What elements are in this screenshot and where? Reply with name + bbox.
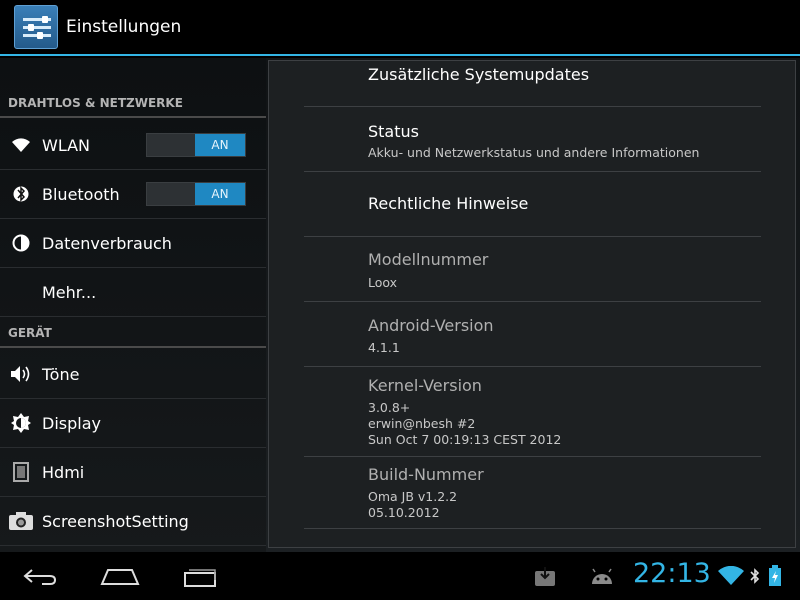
- section-header-wireless: DRAHTLOS & NETZWERKE: [0, 88, 266, 118]
- android-debug-icon[interactable]: [582, 552, 622, 600]
- sidebar-item-label: Display: [42, 413, 101, 433]
- sidebar-item-display[interactable]: Display: [0, 399, 266, 448]
- battery-icon: [763, 552, 787, 600]
- sidebar-item-sound[interactable]: Töne: [0, 350, 266, 399]
- list-item-system-updates[interactable]: Zusätzliche Systemupdates: [304, 61, 761, 107]
- item-line: Sun Oct 7 00:19:13 CEST 2012: [368, 432, 562, 447]
- sidebar-item-label: Mehr...: [42, 282, 97, 302]
- sidebar-item-data-usage[interactable]: Datenverbrauch: [0, 219, 266, 268]
- settings-app-icon[interactable]: [14, 5, 58, 49]
- wlan-toggle[interactable]: AN: [146, 133, 246, 157]
- back-arrow-icon: [23, 569, 57, 585]
- app-title: Einstellungen: [66, 17, 182, 37]
- recent-apps-button[interactable]: [170, 552, 230, 600]
- list-item-build-number[interactable]: Build-Nummer Oma JB v1.2.2 05.10.2012: [304, 457, 761, 529]
- toggle-on-state: AN: [195, 183, 245, 205]
- sidebar-item-more[interactable]: Mehr...: [0, 268, 266, 317]
- camera-icon: [0, 511, 42, 531]
- sidebar-item-wlan[interactable]: WLAN AN: [0, 121, 266, 170]
- sidebar-item-label: ScreenshotSetting: [42, 511, 189, 531]
- recent-apps-icon: [184, 569, 216, 587]
- home-icon: [100, 569, 140, 585]
- item-summary: Akku- und Netzwerkstatus und andere Info…: [368, 145, 700, 160]
- list-item-legal[interactable]: Rechtliche Hinweise: [304, 172, 761, 237]
- wifi-icon: [0, 137, 42, 153]
- toggle-on-state: AN: [195, 134, 245, 156]
- home-button[interactable]: [90, 552, 150, 600]
- list-item-model-number: Modellnummer Loox: [304, 237, 761, 302]
- item-summary: Loox: [368, 275, 398, 290]
- sidebar-item-label: Töne: [42, 364, 80, 384]
- sidebar-item-label: Hdmi: [42, 462, 85, 482]
- speaker-icon: [0, 365, 42, 383]
- item-summary: 4.1.1: [368, 340, 400, 355]
- sidebar-item-label: WLAN: [42, 135, 91, 155]
- item-line: Oma JB v1.2.2: [368, 489, 458, 504]
- item-title: Kernel-Version: [368, 376, 482, 395]
- hdmi-icon: [0, 462, 42, 482]
- system-navigation-bar: 22:13: [0, 552, 800, 600]
- download-notification-icon[interactable]: [525, 552, 565, 600]
- item-title: Rechtliche Hinweise: [368, 194, 529, 213]
- item-line: erwin@nbesh #2: [368, 416, 476, 431]
- item-line: 3.0.8+: [368, 400, 411, 415]
- item-title: Zusätzliche Systemupdates: [368, 65, 590, 84]
- data-usage-icon: [0, 234, 42, 252]
- list-item-android-version[interactable]: Android-Version 4.1.1: [304, 302, 761, 367]
- sidebar-item-screenshot[interactable]: ScreenshotSetting: [0, 497, 266, 546]
- item-title: Status: [368, 122, 419, 141]
- sidebar-item-label: Bluetooth: [42, 184, 120, 204]
- list-item-status[interactable]: Status Akku- und Netzwerkstatus und ande…: [304, 107, 761, 172]
- sidebar-item-hdmi[interactable]: Hdmi: [0, 448, 266, 497]
- item-title: Build-Nummer: [368, 465, 484, 484]
- sidebar-item-bluetooth[interactable]: Bluetooth AN: [0, 170, 266, 219]
- item-title: Modellnummer: [368, 250, 489, 269]
- device-info-panel: Zusätzliche Systemupdates Status Akku- u…: [268, 60, 796, 548]
- bluetooth-toggle[interactable]: AN: [146, 182, 246, 206]
- item-title: Android-Version: [368, 316, 494, 335]
- action-bar: Einstellungen: [0, 0, 800, 56]
- back-button[interactable]: [10, 552, 70, 600]
- wifi-signal-icon: [714, 552, 748, 600]
- brightness-icon: [0, 413, 42, 433]
- status-clock[interactable]: 22:13: [633, 558, 711, 589]
- bluetooth-icon: [0, 184, 42, 204]
- item-line: 05.10.2012: [368, 505, 440, 520]
- section-header-device: GERÄT: [0, 318, 266, 348]
- list-item-kernel-version: Kernel-Version 3.0.8+ erwin@nbesh #2 Sun…: [304, 367, 761, 457]
- sidebar-item-label: Datenverbrauch: [42, 233, 172, 253]
- settings-category-list: DRAHTLOS & NETZWERKE WLAN AN Bluetooth A…: [0, 58, 266, 552]
